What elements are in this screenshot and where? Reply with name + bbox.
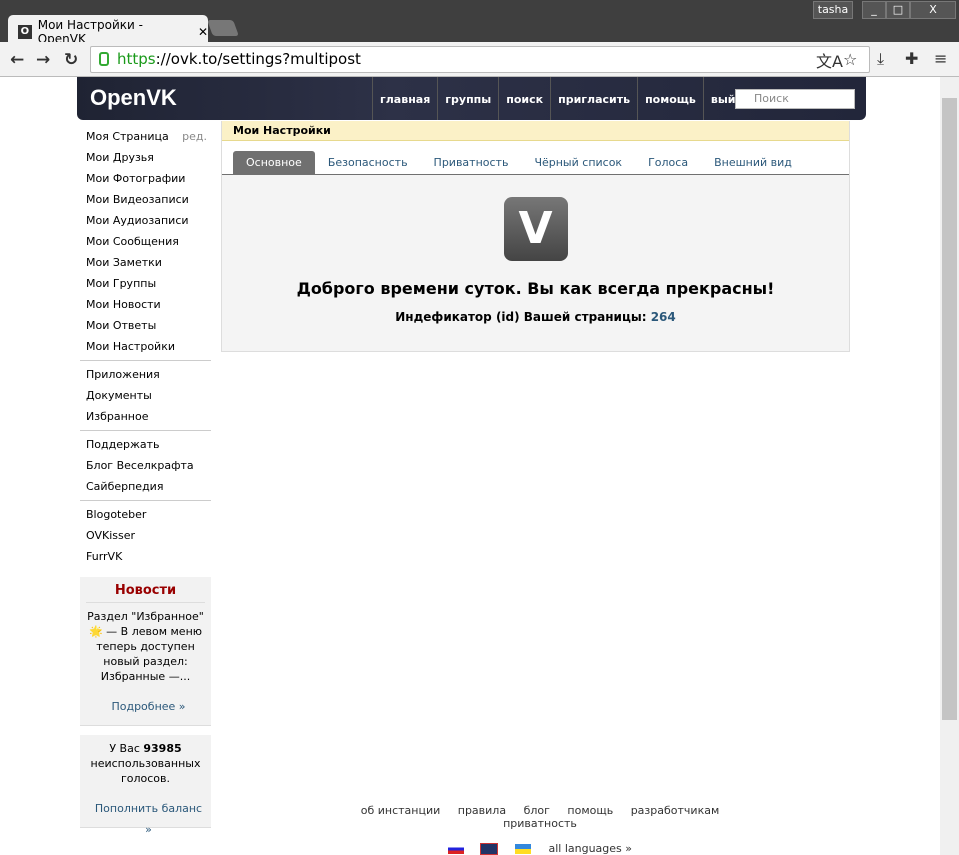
- search-placeholder: Поиск: [754, 92, 789, 105]
- sidebar-news[interactable]: Мои Новости: [80, 294, 211, 315]
- ukraine-flag-icon[interactable]: [514, 844, 531, 854]
- window-titlebar: tasha _ □ X O Мои Настройки - OpenVK ✕: [0, 0, 959, 46]
- menu-icon[interactable]: ≡: [934, 49, 947, 68]
- reload-icon[interactable]: ↻: [64, 50, 78, 70]
- lock-icon: [99, 52, 109, 66]
- tab-votes[interactable]: Голоса: [635, 151, 701, 174]
- sidebar: Моя Страница ред. Мои Друзья Мои Фотограф…: [80, 126, 211, 836]
- nav-home[interactable]: главная: [372, 77, 437, 120]
- sidebar-ovkisser[interactable]: OVKisser: [80, 525, 211, 546]
- openvk-logo[interactable]: OpenVK: [90, 85, 177, 111]
- footer-rules[interactable]: правила: [458, 804, 506, 817]
- sidebar-photos[interactable]: Мои Фотографии: [80, 168, 211, 189]
- tab-blacklist[interactable]: Чёрный список: [521, 151, 635, 174]
- sidebar-apps[interactable]: Приложения: [80, 364, 211, 385]
- url-scheme: https: [117, 50, 156, 68]
- settings-tabs: Основное Безопасность Приватность Чёрный…: [222, 141, 849, 175]
- sidebar-groups[interactable]: Мои Группы: [80, 273, 211, 294]
- sidebar-support[interactable]: Поддержать: [80, 434, 211, 455]
- address-bar[interactable]: https://ovk.to/settings?multipost 文A ☆: [90, 46, 870, 73]
- browser-toolbar: ← → ↻ https://ovk.to/settings?multipost …: [0, 42, 959, 77]
- uk-flag-icon[interactable]: [480, 843, 499, 855]
- sidebar-furrvk[interactable]: FurrVK: [80, 546, 211, 567]
- footer-blog[interactable]: блог: [524, 804, 550, 817]
- url-text: ://ovk.to/settings?multipost: [155, 50, 361, 68]
- top-up-link[interactable]: Пополнить баланс »: [86, 798, 205, 836]
- sidebar-notes[interactable]: Мои Заметки: [80, 252, 211, 273]
- scrollbar-thumb[interactable]: [942, 98, 957, 720]
- minimize-button[interactable]: _: [862, 1, 886, 19]
- download-icon[interactable]: ⤓: [877, 49, 884, 69]
- sidebar-wiki[interactable]: Сайберпедия: [80, 476, 211, 497]
- votes-count: 93985: [143, 742, 182, 755]
- greeting: Доброго времени суток. Вы как всегда пре…: [296, 279, 775, 298]
- sidebar-audios[interactable]: Мои Аудиозаписи: [80, 210, 211, 231]
- sidebar-favorites[interactable]: Избранное: [80, 406, 211, 427]
- divider: [80, 430, 211, 431]
- nav-search[interactable]: поиск: [498, 77, 550, 120]
- nav-groups[interactable]: группы: [437, 77, 498, 120]
- page-title: Мои Настройки: [222, 121, 849, 141]
- openvk-v-logo: V: [503, 197, 568, 261]
- sidebar-blogoteber[interactable]: Blogoteber: [80, 504, 211, 525]
- top-nav: главная группы поиск пригласить помощь в…: [372, 77, 757, 120]
- sidebar-videos[interactable]: Мои Видеозаписи: [80, 189, 211, 210]
- news-more-link[interactable]: Подробнее »: [86, 696, 205, 717]
- news-box: Новости Раздел "Избранное" 🌟 — В левом м…: [80, 577, 211, 726]
- id-value: 264: [650, 310, 676, 324]
- extensions-icon[interactable]: ✚: [905, 49, 918, 68]
- tab-privacy[interactable]: Приватность: [421, 151, 522, 174]
- votes-prefix: У Вас: [109, 742, 140, 755]
- tab-main[interactable]: Основное: [233, 151, 315, 174]
- sidebar-friends[interactable]: Мои Друзья: [80, 147, 211, 168]
- settings-panel: Мои Настройки Основное Безопасность Прив…: [221, 121, 850, 352]
- votes-box: У Вас 93985 неиспользованных голосов. Поп…: [80, 735, 211, 836]
- forward-icon[interactable]: →: [36, 50, 50, 70]
- news-text: Раздел "Избранное" 🌟 — В левом меню тепе…: [87, 610, 204, 683]
- footer-privacy[interactable]: приватность: [503, 817, 577, 830]
- nav-invite[interactable]: пригласить: [550, 77, 637, 120]
- sidebar-docs[interactable]: Документы: [80, 385, 211, 406]
- browser-tab[interactable]: O Мои Настройки - OpenVK ✕: [8, 15, 208, 46]
- edit-link[interactable]: ред.: [182, 126, 207, 147]
- russian-flag-icon[interactable]: [447, 844, 464, 854]
- new-tab-button[interactable]: [207, 20, 239, 36]
- sidebar-messages[interactable]: Мои Сообщения: [80, 231, 211, 252]
- sidebar-blog[interactable]: Блог Веселкрафта: [80, 455, 211, 476]
- label: Моя Страница: [86, 130, 169, 143]
- site-header: OpenVK главная группы поиск пригласить п…: [77, 77, 866, 120]
- footer: об инстанции правила блог помощь разрабо…: [320, 804, 760, 855]
- bookmark-star-icon[interactable]: ☆: [843, 47, 857, 72]
- page-id-line: Индефикатор (id) Вашей страницы: 264: [222, 310, 849, 324]
- nav-help[interactable]: помощь: [637, 77, 703, 120]
- divider: [80, 500, 211, 501]
- divider: [80, 360, 211, 361]
- tab-appearance[interactable]: Внешний вид: [701, 151, 805, 174]
- all-languages-link[interactable]: all languages »: [548, 842, 632, 855]
- profile-button[interactable]: tasha: [813, 1, 853, 19]
- footer-help[interactable]: помощь: [567, 804, 613, 817]
- sidebar-settings[interactable]: Мои Настройки: [80, 336, 211, 357]
- settings-content: V Доброго времени суток. Вы как всегда п…: [222, 175, 849, 351]
- translate-icon[interactable]: 文A: [816, 49, 843, 74]
- close-tab-icon[interactable]: ✕: [198, 25, 208, 39]
- sidebar-replies[interactable]: Мои Ответы: [80, 315, 211, 336]
- tab-security[interactable]: Безопасность: [315, 151, 421, 174]
- favicon-icon: O: [18, 24, 32, 39]
- footer-about[interactable]: об инстанции: [361, 804, 441, 817]
- close-window-button[interactable]: X: [910, 1, 956, 19]
- votes-suffix: неиспользованных голосов.: [90, 757, 201, 785]
- news-title: Новости: [86, 583, 205, 603]
- sidebar-my-page[interactable]: Моя Страница ред.: [80, 126, 211, 147]
- maximize-button[interactable]: □: [886, 1, 910, 19]
- back-icon[interactable]: ←: [10, 50, 24, 70]
- search-input[interactable]: Поиск: [735, 89, 855, 109]
- id-label: Индефикатор (id) Вашей страницы:: [395, 310, 647, 324]
- footer-developers[interactable]: разработчикам: [631, 804, 720, 817]
